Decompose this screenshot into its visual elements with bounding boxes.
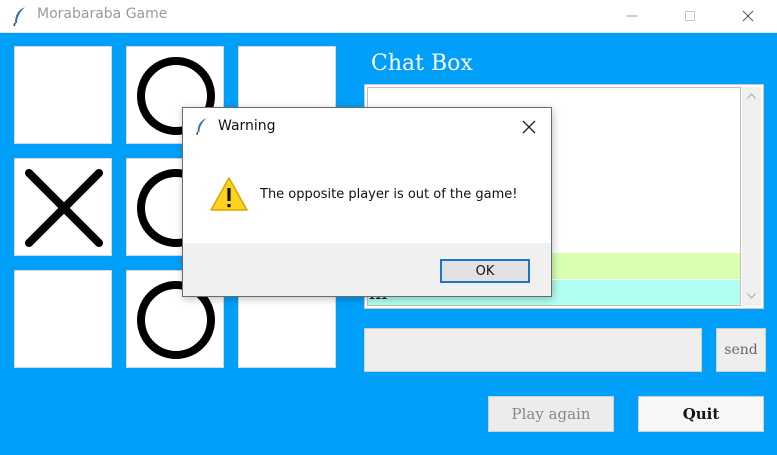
close-window-button[interactable] — [725, 0, 771, 32]
chat-scrollbar[interactable] — [742, 87, 761, 306]
feather-icon — [12, 6, 28, 27]
warning-dialog: Warning The opposite player is out of th… — [182, 107, 552, 297]
play-again-button[interactable]: Play again — [488, 396, 614, 432]
dialog-message: The opposite player is out of the game! — [260, 187, 518, 202]
chat-box-title: Chat Box — [371, 51, 473, 76]
minimize-button[interactable] — [609, 0, 655, 32]
close-icon[interactable] — [522, 120, 536, 134]
close-icon — [742, 10, 754, 22]
board-cell-r2c1[interactable] — [14, 158, 112, 256]
dialog-title: Warning — [218, 118, 276, 134]
board-cell-r1c1[interactable] — [14, 46, 112, 144]
warning-icon — [210, 177, 248, 211]
feather-icon — [195, 117, 209, 139]
minimize-icon — [627, 15, 637, 17]
x-mark-icon — [25, 169, 103, 247]
title-bar: Morabaraba Game — [0, 0, 777, 33]
ok-button[interactable]: OK — [440, 259, 530, 283]
scroll-up-icon[interactable] — [747, 93, 756, 99]
board-cell-r3c1[interactable] — [14, 270, 112, 368]
maximize-button[interactable] — [667, 0, 713, 32]
dialog-footer: OK — [183, 243, 551, 296]
scroll-down-icon[interactable] — [747, 293, 756, 299]
window-title: Morabaraba Game — [37, 6, 168, 22]
maximize-icon — [685, 11, 695, 21]
send-button[interactable]: send — [716, 328, 766, 372]
quit-button[interactable]: Quit — [638, 396, 764, 432]
chat-message-input[interactable] — [364, 328, 702, 372]
